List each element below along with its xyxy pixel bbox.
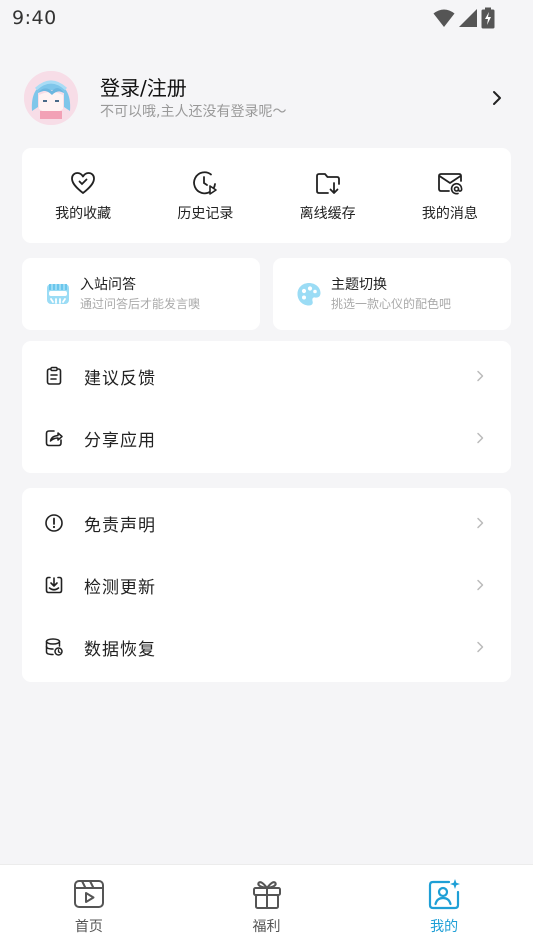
menu-item-share-label: 分享应用 (84, 430, 156, 451)
feature-quiz-text: 入站问答 通过问答后才能发言噢 (80, 276, 200, 312)
tab-mine[interactable]: 我的 (355, 865, 533, 948)
gift-icon (252, 881, 281, 909)
update-download-icon (45, 576, 63, 594)
menu-item-data-recovery[interactable]: 数据恢复 (22, 616, 511, 678)
menu-item-check-update[interactable]: 检测更新 (22, 554, 511, 616)
signal-icon (459, 9, 477, 27)
mail-at-icon (437, 172, 463, 195)
quick-history[interactable]: 历史记录 (144, 148, 266, 243)
chevron-right-icon (477, 370, 484, 382)
folder-download-icon (315, 172, 340, 194)
clock-play-icon (193, 170, 218, 195)
chevron-right-icon (477, 432, 484, 444)
chevron-right-icon (477, 517, 484, 529)
profile-sparkle-icon (429, 879, 461, 910)
quick-favorites-label: 我的收藏 (55, 205, 112, 222)
menu-item-feedback[interactable]: 建议反馈 (22, 345, 511, 407)
tab-mine-label: 我的 (430, 919, 459, 935)
chevron-right-icon (477, 641, 484, 653)
heart-check-icon (71, 171, 96, 194)
anime-avatar-icon (24, 71, 78, 125)
tab-home-label: 首页 (74, 919, 103, 935)
status-bar: 9:40 (0, 0, 533, 36)
chevron-right-icon[interactable] (487, 88, 507, 108)
clipboard-icon (46, 366, 62, 385)
menu-item-feedback-label: 建议反馈 (84, 368, 156, 389)
quick-offline-cache[interactable]: 离线缓存 (267, 148, 389, 243)
palette-icon (297, 283, 321, 306)
feature-theme-title: 主题切换 (331, 277, 387, 293)
feature-quiz-title: 入站问答 (80, 277, 136, 293)
battery-charging-icon (481, 7, 495, 29)
quick-actions-card: 我的收藏 历史记录 离线缓存 我的消息 (22, 148, 511, 243)
status-time: 9:40 (12, 7, 57, 29)
menu-item-check-update-label: 检测更新 (84, 577, 156, 598)
video-icon (73, 880, 104, 908)
wifi-icon (433, 9, 455, 27)
tab-welfare-label: 福利 (252, 919, 281, 935)
menu-group-2: 免责声明 检测更新 数据恢复 (22, 488, 511, 682)
tab-home[interactable]: 首页 (0, 865, 178, 948)
feature-theme-text: 主题切换 挑选一款心仪的配色吧 (331, 276, 451, 312)
profile-text: 登录/注册 不可以哦,主人还没有登录呢～ (100, 75, 487, 121)
avatar[interactable] (24, 71, 78, 125)
quick-history-label: 历史记录 (177, 205, 234, 222)
info-circle-icon (45, 514, 63, 532)
quick-favorites[interactable]: 我的收藏 (22, 148, 144, 243)
share-icon (45, 430, 63, 447)
menu-item-disclaimer-label: 免责声明 (84, 515, 156, 536)
quick-messages[interactable]: 我的消息 (389, 148, 511, 243)
status-icons (433, 7, 495, 29)
menu-item-data-recovery-label: 数据恢复 (84, 639, 156, 660)
feature-theme-subtitle: 挑选一款心仪的配色吧 (331, 297, 452, 311)
menu-item-disclaimer[interactable]: 免责声明 (22, 492, 511, 554)
profile-header[interactable]: 登录/注册 不可以哦,主人还没有登录呢～ (24, 70, 509, 126)
feature-theme-card[interactable]: 主题切换 挑选一款心仪的配色吧 (273, 258, 511, 330)
tab-welfare[interactable]: 福利 (178, 865, 356, 948)
quick-offline-cache-label: 离线缓存 (299, 205, 356, 222)
database-icon (45, 638, 63, 656)
quick-messages-label: 我的消息 (421, 205, 478, 222)
bottom-tab-bar: 首页 福利 我的 (0, 864, 533, 948)
login-register-title[interactable]: 登录/注册 (100, 75, 487, 101)
menu-item-share[interactable]: 分享应用 (22, 407, 511, 469)
quiz-icon (47, 284, 69, 304)
feature-quiz-card[interactable]: 入站问答 通过问答后才能发言噢 (22, 258, 260, 330)
login-hint: 不可以哦,主人还没有登录呢～ (100, 104, 287, 120)
menu-group-1: 建议反馈 分享应用 (22, 341, 511, 473)
chevron-right-icon (477, 579, 484, 591)
feature-quiz-subtitle: 通过问答后才能发言噢 (80, 297, 201, 311)
